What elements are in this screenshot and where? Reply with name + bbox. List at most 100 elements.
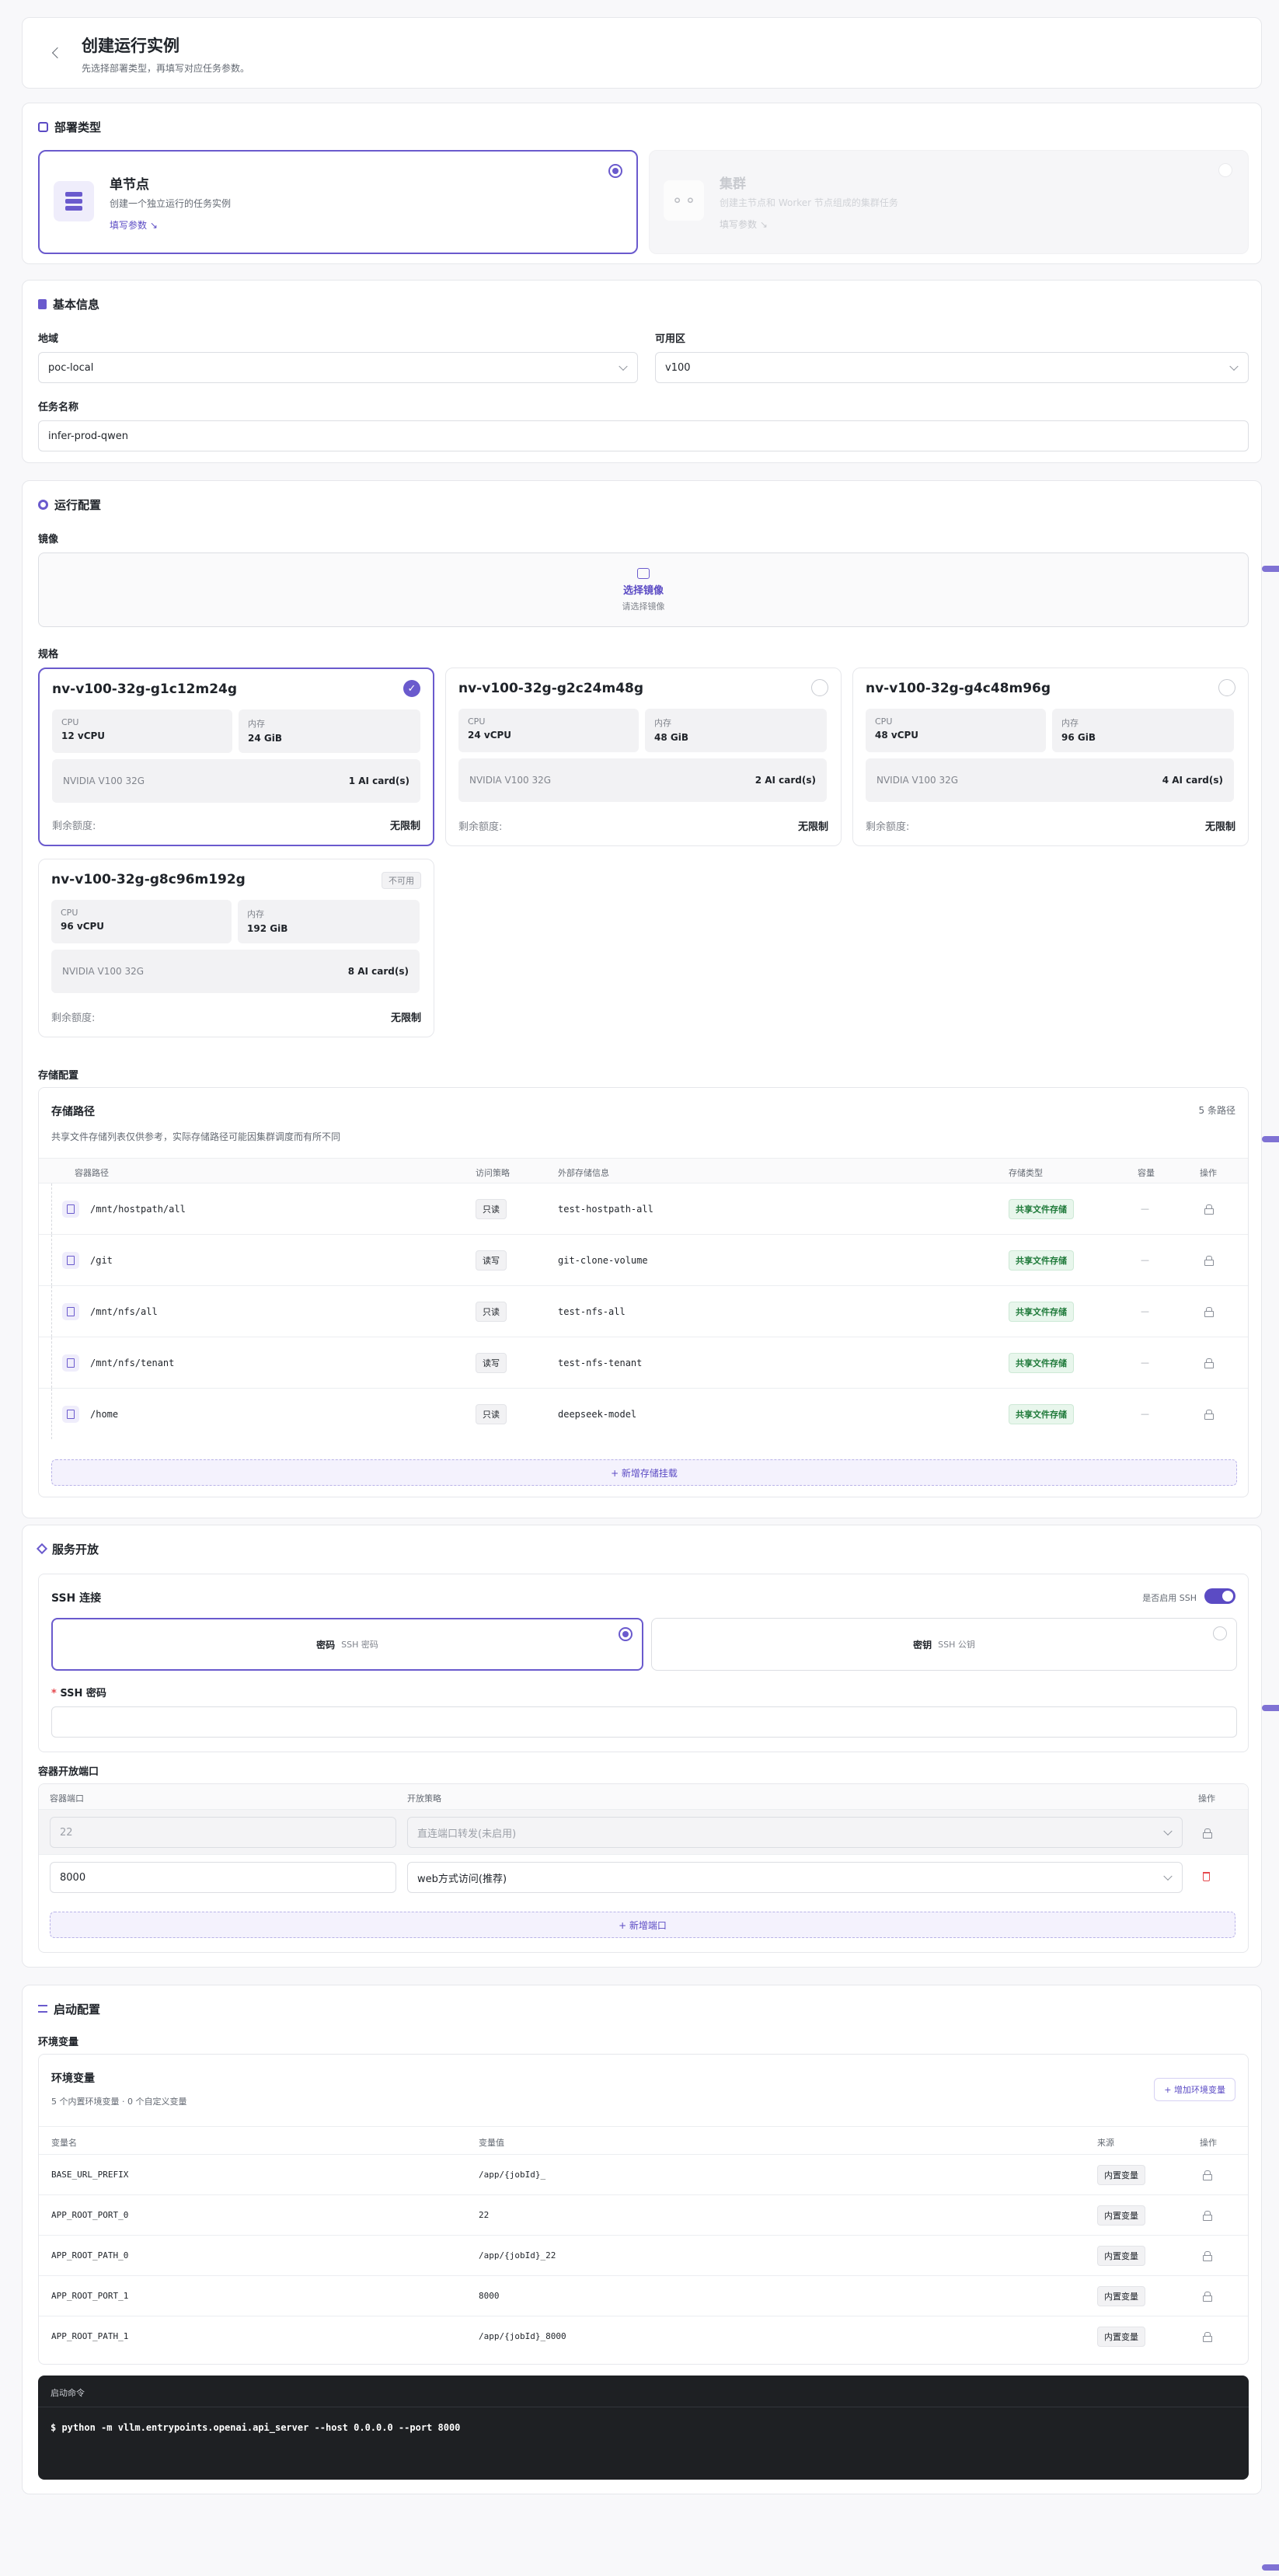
lock-icon <box>1204 1307 1214 1317</box>
storage-type-badge: 共享文件存储 <box>1009 1198 1074 1219</box>
policy-badge: 只读 <box>476 1403 507 1424</box>
source-badge: 内置变量 <box>1097 2205 1145 2226</box>
deploy-option-link[interactable]: 填写参数 ↘ <box>110 218 158 232</box>
lock-icon <box>1203 2332 1212 2342</box>
ports-panel: 容器端口 开放策略 操作 22 直连端口转发(未启用) 8000 web方式访问… <box>38 1783 1249 1953</box>
command-label: 启动命令 <box>51 2388 85 2398</box>
command-text[interactable]: $ python -m vllm.entrypoints.openai.api_… <box>51 2422 460 2433</box>
spec-card[interactable]: nv-v100-32g-g2c24m48g CPU 24 vCPU 内存 48 Gi… <box>445 668 842 846</box>
command-panel: 启动命令 $ python -m vllm.entrypoints.openai… <box>38 2376 1249 2480</box>
page-header: 创建运行实例 先选择部署类型，再填写对应任务参数。 <box>22 17 1262 89</box>
storage-type-badge: 共享文件存储 <box>1009 1301 1074 1322</box>
spec-radio[interactable] <box>811 679 828 696</box>
tree-line <box>51 1286 52 1337</box>
chevron-down-icon <box>1163 1871 1173 1881</box>
launch-section: 启动配置 环境变量 环境变量 5 个内置环境变量 · 0 个自定义变量 + 增加… <box>22 1985 1262 2494</box>
file-icon <box>62 1302 79 1320</box>
quota-row: 剩余额度: 无限制 <box>458 821 828 833</box>
ssh-key-radio[interactable] <box>1213 1626 1227 1640</box>
deploy-option-desc: 创建一个独立运行的任务实例 <box>110 198 232 209</box>
delete-icon[interactable] <box>1203 1872 1210 1881</box>
gpu-box: NVIDIA V100 32G 8 AI card(s) <box>51 950 420 993</box>
ssh-toggle[interactable] <box>1204 1588 1235 1604</box>
zone-select[interactable]: v100 <box>655 352 1249 383</box>
runtime-title: 运行配置 <box>38 497 101 512</box>
port-policy-select[interactable]: web方式访问(推荐) <box>407 1862 1183 1893</box>
storage-row: /mnt/nfs/all 只读 test-nfs-all 共享文件存储 — <box>39 1285 1248 1337</box>
deploy-option-link[interactable]: 填写参数 ↘ <box>720 218 768 231</box>
cpu-box: CPU 12 vCPU <box>52 709 232 753</box>
task-name-input[interactable]: infer-prod-qwen <box>38 420 1249 451</box>
gpu-box: NVIDIA V100 32G 2 AI card(s) <box>458 758 827 802</box>
page-title: 创建运行实例 <box>82 37 179 55</box>
deploy-single-radio[interactable] <box>608 164 622 178</box>
zone-label: 可用区 <box>655 333 686 345</box>
env-title: 环境变量 <box>51 2072 95 2085</box>
ssh-key-option[interactable]: 密钥 SSH 公钥 <box>651 1618 1237 1671</box>
policy-badge: 只读 <box>476 1301 507 1322</box>
side-handle[interactable] <box>1262 566 1279 572</box>
quota-row: 剩余额度: 无限制 <box>51 1013 421 1024</box>
ssh-password-label: * SSH 密码 <box>51 1688 106 1699</box>
file-icon <box>62 1405 79 1423</box>
port-input: 22 <box>50 1817 396 1848</box>
ssh-password-radio[interactable] <box>619 1627 633 1641</box>
deploy-type-section: 部署类型 单节点 创建一个独立运行的任务实例 填写参数 ↘ ⚬⚬ 集群 创建主节… <box>22 103 1262 264</box>
region-label: 地域 <box>38 333 59 345</box>
port-row: 22 直连端口转发(未启用) <box>39 1809 1248 1854</box>
page-subtitle: 先选择部署类型，再填写对应任务参数。 <box>82 63 250 74</box>
gear-icon <box>38 499 48 510</box>
cpu-box: CPU 96 vCPU <box>51 900 232 943</box>
side-handle[interactable] <box>1262 1705 1279 1711</box>
gpu-box: NVIDIA V100 32G 1 AI card(s) <box>52 759 420 803</box>
port-input[interactable]: 8000 <box>50 1862 396 1893</box>
side-handle[interactable] <box>1262 2564 1279 2571</box>
file-icon <box>62 1251 79 1269</box>
memory-box: 内存 192 GiB <box>238 900 420 943</box>
chevron-down-icon <box>619 361 628 371</box>
port-policy-select: 直连端口转发(未启用) <box>407 1817 1183 1848</box>
sliders-icon <box>38 2005 47 2013</box>
storage-panel: 存储路径 5 条路径 共享文件存储列表仅供参考，实际存储路径可能因集群调度而有所… <box>38 1087 1249 1497</box>
region-select[interactable]: poc-local <box>38 352 638 383</box>
ssh-password-option[interactable]: 密码 SSH 密码 <box>51 1618 643 1671</box>
deploy-type-title: 部署类型 <box>38 119 101 134</box>
spec-card[interactable]: nv-v100-32g-g4c48m96g CPU 48 vCPU 内存 96 Gi… <box>852 668 1249 846</box>
quota-row: 剩余额度: 无限制 <box>52 821 420 832</box>
storage-count: 5 条路径 <box>1198 1105 1235 1116</box>
source-badge: 内置变量 <box>1097 2285 1145 2306</box>
service-title: 服务开放 <box>36 1541 99 1556</box>
deploy-option-cluster[interactable]: ⚬⚬ 集群 创建主节点和 Worker 节点组成的集群任务 填写参数 ↘ <box>649 150 1249 254</box>
add-storage-button[interactable]: + 新增存储挂载 <box>51 1459 1237 1486</box>
ssh-toggle-label: 是否启用 SSH <box>1142 1593 1197 1603</box>
spec-card[interactable]: nv-v100-32g-g1c12m24g ✓ CPU 12 vCPU 内存 24 … <box>38 668 434 846</box>
add-env-button[interactable]: + 增加环境变量 <box>1154 2078 1235 2101</box>
check-icon: ✓ <box>403 680 420 697</box>
env-label: 环境变量 <box>38 2037 79 2048</box>
image-label: 镜像 <box>38 534 59 546</box>
document-icon <box>38 298 47 309</box>
spec-label: 规格 <box>38 649 59 661</box>
spec-radio[interactable] <box>1218 679 1235 696</box>
lock-icon <box>1203 2251 1212 2261</box>
file-icon <box>62 1200 79 1218</box>
checkbox-icon <box>38 121 48 132</box>
back-icon[interactable] <box>51 47 64 59</box>
service-section: 服务开放 SSH 连接 是否启用 SSH 密码 SSH 密码 密钥 SSH 公钥 *… <box>22 1525 1262 1968</box>
add-port-button[interactable]: + 新增端口 <box>50 1912 1235 1938</box>
ssh-password-input[interactable] <box>51 1706 1237 1738</box>
file-icon <box>62 1354 79 1372</box>
storage-row: /home 只读 deepseek-model 共享文件存储 — <box>39 1388 1248 1439</box>
spec-name: nv-v100-32g-g1c12m24g <box>52 681 238 697</box>
side-handle[interactable] <box>1262 1136 1279 1142</box>
deploy-cluster-radio[interactable] <box>1218 163 1232 177</box>
deploy-option-title: 单节点 <box>110 177 149 193</box>
basic-info-section: 基本信息 地域 poc-local 可用区 v100 任务名称 infer-pr… <box>22 280 1262 463</box>
env-summary: 5 个内置环境变量 · 0 个自定义变量 <box>51 2097 187 2107</box>
storage-row: /git 读写 git-clone-volume 共享文件存储 — <box>39 1234 1248 1285</box>
deploy-option-single[interactable]: 单节点 创建一个独立运行的任务实例 填写参数 ↘ <box>38 150 638 254</box>
lock-icon <box>1203 2211 1212 2221</box>
select-image-button[interactable]: 选择镜像 <box>623 582 664 597</box>
image-picker[interactable]: 选择镜像 请选择镜像 <box>38 552 1249 627</box>
env-header: 变量名 变量值 来源 操作 <box>39 2126 1248 2154</box>
